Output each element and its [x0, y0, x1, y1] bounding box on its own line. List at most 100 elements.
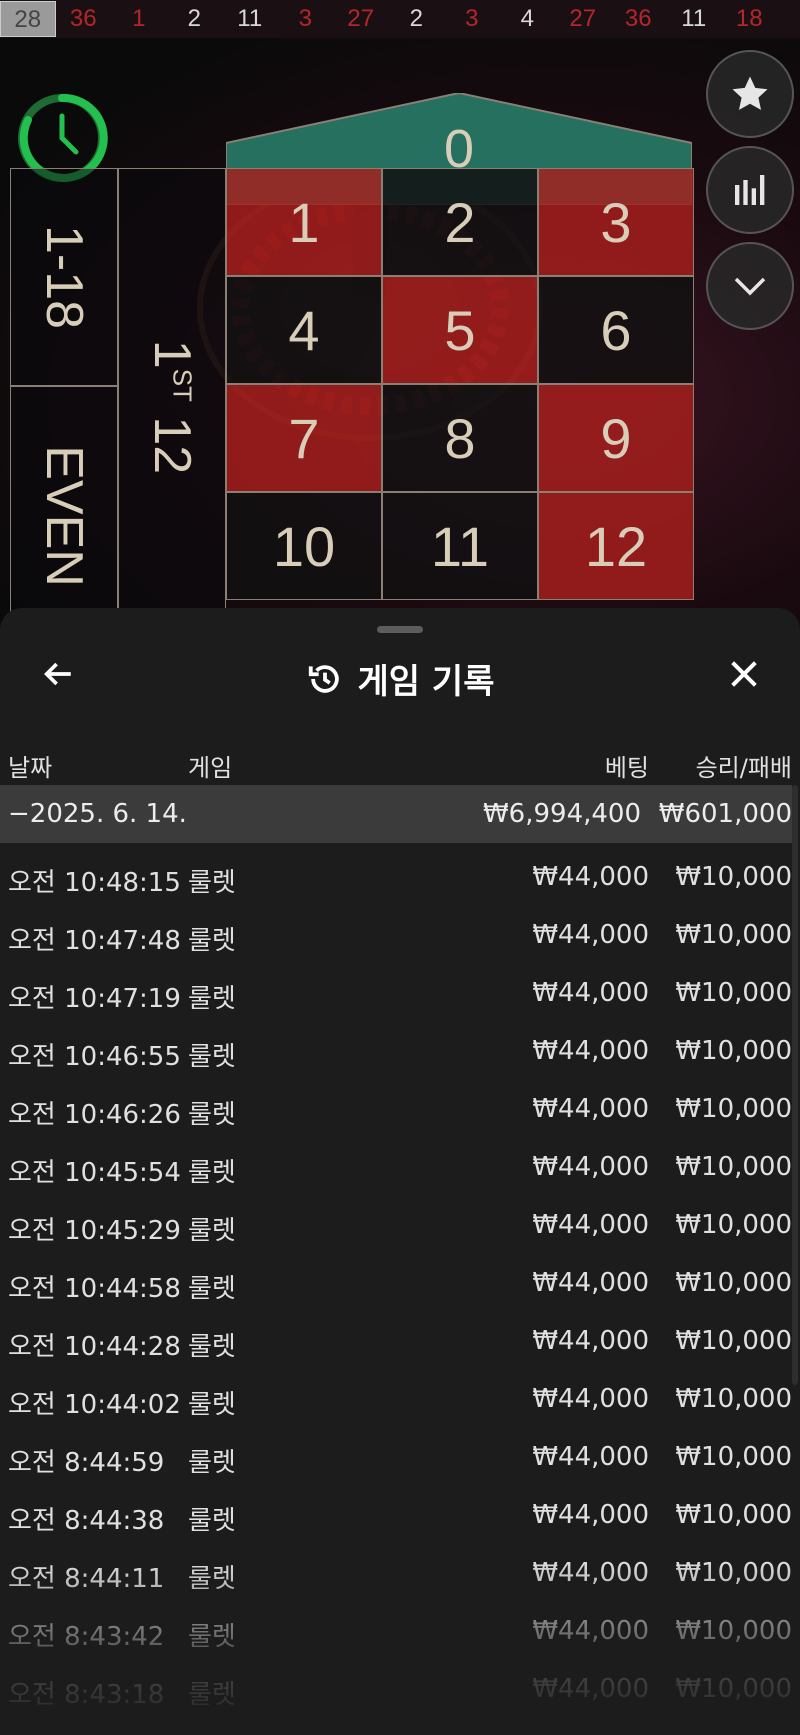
row-winloss: ₩10,000	[675, 1384, 792, 1414]
header-game: 게임	[188, 754, 233, 782]
row-bet: ₩44,000	[532, 1442, 649, 1472]
bet-number-11[interactable]: 11	[382, 492, 538, 600]
collapse-button[interactable]	[706, 242, 794, 330]
row-bet: ₩44,000	[532, 1210, 649, 1240]
row-game: 룰렛	[188, 1332, 236, 1362]
date-group-bet-total: ₩6,994,400	[482, 799, 641, 829]
bet-number-12[interactable]: 12	[538, 492, 694, 600]
result-number: 36	[624, 5, 652, 32]
row-game: 룰렛	[188, 926, 236, 956]
result-number: 1	[132, 5, 146, 32]
result-number: 28	[0, 1, 56, 37]
result-number: 27	[347, 5, 375, 32]
bet-1-18-label: 1-18	[34, 224, 93, 330]
history-row[interactable]: 오전 10:45:54 룰렛 ₩44,000 ₩10,000	[0, 1138, 800, 1196]
row-time: 오전 8:44:59	[8, 1448, 165, 1478]
result-number: 3	[298, 5, 312, 32]
row-winloss: ₩10,000	[675, 1442, 792, 1472]
row-bet: ₩44,000	[532, 862, 649, 892]
history-row[interactable]: 오전 10:47:19 룰렛 ₩44,000 ₩10,000	[0, 964, 800, 1022]
row-game: 룰렛	[188, 1274, 236, 1304]
row-bet: ₩44,000	[532, 1326, 649, 1356]
list-fade-overlay	[0, 1560, 800, 1735]
row-bet: ₩44,000	[532, 1500, 649, 1530]
row-time: 오전 10:47:48	[8, 926, 181, 956]
row-time: 오전 10:48:15	[8, 868, 181, 898]
result-number: 18	[735, 5, 763, 32]
date-group-winloss-total: ₩601,000	[658, 799, 792, 829]
history-row[interactable]: 오전 10:47:48 룰렛 ₩44,000 ₩10,000	[0, 906, 800, 964]
row-game: 룰렛	[188, 1042, 236, 1072]
bet-number-2[interactable]: 2	[382, 168, 538, 276]
row-game: 룰렛	[188, 1448, 236, 1478]
row-winloss: ₩10,000	[675, 862, 792, 892]
bet-number-7[interactable]: 7	[226, 384, 382, 492]
row-bet: ₩44,000	[532, 1036, 649, 1066]
date-group-date: −2025. 6. 14.	[8, 799, 187, 829]
bet-number-6[interactable]: 6	[538, 276, 694, 384]
bet-number-1[interactable]: 1	[226, 168, 382, 276]
row-game: 룰렛	[188, 984, 236, 1014]
row-bet: ₩44,000	[532, 978, 649, 1008]
drag-handle[interactable]	[377, 626, 423, 633]
result-number: 27	[569, 5, 597, 32]
close-button[interactable]	[722, 652, 766, 696]
chevron-down-icon	[734, 277, 766, 296]
date-group-row[interactable]: −2025. 6. 14. ₩6,994,400 ₩601,000	[0, 785, 792, 843]
row-bet: ₩44,000	[532, 1268, 649, 1298]
history-row[interactable]: 오전 8:44:59 룰렛 ₩44,000 ₩10,000	[0, 1428, 800, 1486]
row-winloss: ₩10,000	[675, 1268, 792, 1298]
row-winloss: ₩10,000	[675, 1036, 792, 1066]
history-row[interactable]: 오전 10:48:15 룰렛 ₩44,000 ₩10,000	[0, 848, 800, 906]
bet-even[interactable]: EVEN	[10, 386, 118, 646]
row-time: 오전 10:46:55	[8, 1042, 181, 1072]
bar-chart-icon	[735, 175, 765, 205]
row-time: 오전 10:44:28	[8, 1332, 181, 1362]
row-winloss: ₩10,000	[675, 1094, 792, 1124]
row-game: 룰렛	[188, 1390, 236, 1420]
row-time: 오전 10:47:19	[8, 984, 181, 1014]
statistics-button[interactable]	[706, 146, 794, 234]
history-row[interactable]: 오전 10:44:28 룰렛 ₩44,000 ₩10,000	[0, 1312, 800, 1370]
history-icon	[308, 664, 339, 693]
history-row[interactable]: 오전 10:45:29 룰렛 ₩44,000 ₩10,000	[0, 1196, 800, 1254]
row-bet: ₩44,000	[532, 1152, 649, 1182]
bet-number-10[interactable]: 10	[226, 492, 382, 600]
history-row[interactable]: 오전 10:46:55 룰렛 ₩44,000 ₩10,000	[0, 1022, 800, 1080]
roulette-table-area: 0 1-18 EVEN 1ST 12 1 2 3 4 5 6 7 8 9 10 11 12	[0, 38, 800, 646]
result-number: 36	[69, 5, 97, 32]
bet-number-9[interactable]: 9	[538, 384, 694, 492]
history-row[interactable]: 오전 8:44:38 룰렛 ₩44,000 ₩10,000	[0, 1486, 800, 1544]
row-time: 오전 10:44:58	[8, 1274, 181, 1304]
row-winloss: ₩10,000	[675, 1152, 792, 1182]
history-row[interactable]: 오전 10:46:26 룰렛 ₩44,000 ₩10,000	[0, 1080, 800, 1138]
header-date: 날짜	[8, 754, 53, 782]
sheet-title: 게임 기록	[357, 662, 495, 702]
row-game: 룰렛	[188, 1100, 236, 1130]
row-game: 룰렛	[188, 1158, 236, 1188]
result-number: 2	[187, 5, 201, 32]
row-game: 룰렛	[188, 868, 236, 898]
bet-1-18[interactable]: 1-18	[10, 168, 118, 386]
history-row[interactable]: 오전 10:44:58 룰렛 ₩44,000 ₩10,000	[0, 1254, 800, 1312]
result-number: 11	[237, 5, 263, 32]
favorites-button[interactable]	[706, 50, 794, 138]
bet-number-8[interactable]: 8	[382, 384, 538, 492]
column-headers: 날짜 게임 베팅 승리/패배	[0, 738, 800, 788]
star-icon	[732, 76, 768, 110]
row-time: 오전 10:44:02	[8, 1390, 181, 1420]
row-winloss: ₩10,000	[675, 1326, 792, 1356]
result-number: 4	[520, 5, 534, 32]
bet-number-3[interactable]: 3	[538, 168, 694, 276]
close-icon	[731, 661, 757, 687]
row-game: 룰렛	[188, 1216, 236, 1246]
bet-1st-12-label: 1ST 12	[143, 339, 202, 475]
header-winloss: 승리/패배	[695, 754, 792, 782]
result-number: 3	[465, 5, 479, 32]
bet-1st-12[interactable]: 1ST 12	[118, 168, 226, 646]
bet-number-4[interactable]: 4	[226, 276, 382, 384]
row-winloss: ₩10,000	[675, 1210, 792, 1240]
row-bet: ₩44,000	[532, 1094, 649, 1124]
history-row[interactable]: 오전 10:44:02 룰렛 ₩44,000 ₩10,000	[0, 1370, 800, 1428]
bet-number-5[interactable]: 5	[382, 276, 538, 384]
